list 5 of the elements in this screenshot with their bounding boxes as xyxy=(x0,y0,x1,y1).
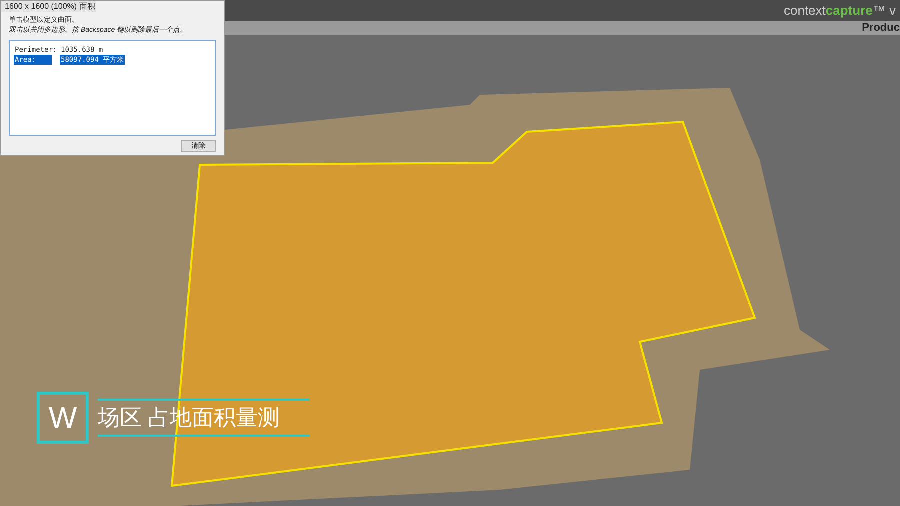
caption-letter: W xyxy=(48,400,78,436)
brand-logo: contextcapture™ v xyxy=(784,2,896,20)
dialog-title: 1600 x 1600 (100%) 面积 xyxy=(1,1,96,12)
caption-title: 场区 占地面积量测 xyxy=(98,404,282,432)
tab[interactable]: Produc xyxy=(862,22,900,34)
